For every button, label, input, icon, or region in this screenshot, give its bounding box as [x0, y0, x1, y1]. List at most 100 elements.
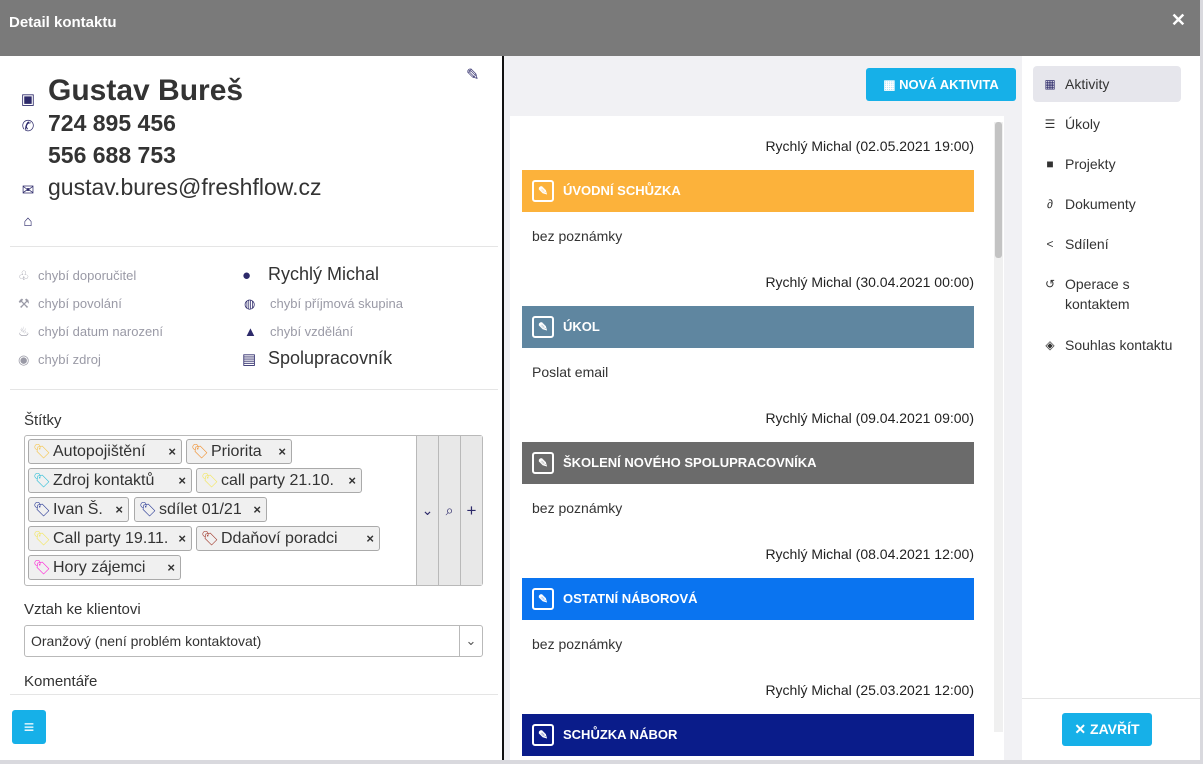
close-icon: ✕ [1074, 721, 1091, 737]
meta-item[interactable]: ▲ chybí vzdělání [244, 324, 353, 339]
meta-text: chybí doporučitel [38, 268, 137, 283]
close-icon[interactable]: ✕ [1171, 10, 1186, 31]
remove-tag-icon[interactable]: × [168, 440, 176, 463]
remove-tag-icon[interactable]: × [278, 440, 286, 463]
activity-panel: ▦ NOVÁ AKTIVITA Rychlý Michal (02.05.202… [504, 56, 1022, 760]
feed-scrollbar[interactable] [994, 122, 1003, 732]
tag-chip[interactable]: 🏷 Zdroj kontaktů × [28, 468, 192, 493]
tag-chip[interactable]: 🏷 call party 21.10. × [196, 468, 362, 493]
activity-author: Rychlý Michal (02.05.2021 19:00) [765, 138, 974, 154]
user-icon: ● [242, 267, 252, 284]
phone-secondary[interactable]: 556 688 753 [48, 142, 176, 169]
pencil-square-icon[interactable]: ✎ [532, 180, 554, 202]
phone-primary[interactable]: 724 895 456 [48, 110, 176, 137]
contact-name: Gustav Bureš [48, 74, 244, 107]
remove-tag-icon[interactable]: × [178, 469, 186, 492]
menu-icon[interactable]: ≡ [12, 710, 46, 744]
nav-item-list[interactable]: ☰ Úkoly [1033, 114, 1181, 134]
close-label: ZAVŘÍT [1090, 721, 1140, 737]
tag-label: Autopojištění [53, 443, 146, 460]
tag-chip[interactable]: 🏷 sdílet 01/21 × [134, 497, 267, 522]
remove-tag-icon[interactable]: × [253, 498, 261, 521]
activity-card-header[interactable]: ✎ SCHŮZKA NÁBOR [522, 714, 974, 756]
meta-item[interactable]: ⚒ chybí povolání [18, 296, 122, 312]
meta-item[interactable]: ◉ chybí zdroj [18, 352, 101, 368]
comments-label: Komentáře [24, 673, 98, 690]
remove-tag-icon[interactable]: × [178, 527, 186, 550]
meta-text: chybí vzdělání [270, 324, 354, 339]
activity-author: Rychlý Michal (25.03.2021 12:00) [765, 682, 974, 698]
paperclip-icon: ∂ [1047, 197, 1053, 211]
pencil-icon[interactable]: ✎ [466, 65, 479, 85]
nav-label: Projekty [1065, 156, 1116, 172]
relation-label: Vztah ke klientovi [24, 601, 141, 618]
tag-icon: 🏷 [33, 559, 51, 575]
email-link[interactable]: gustav.bures@freshflow.cz [48, 174, 321, 201]
tag-label: Call party 19.11. [53, 530, 169, 547]
nav-item-paperclip[interactable]: ∂ Dokumenty [1033, 194, 1181, 214]
remove-tag-icon[interactable]: × [167, 556, 175, 579]
activity-note: bez poznámky [532, 500, 623, 516]
pencil-square-icon[interactable]: ✎ [532, 724, 554, 746]
tag-label: Priorita [211, 443, 262, 460]
share-icon: < [1046, 237, 1054, 251]
side-navigation: ▦ Aktivity ☰ Úkoly ■ Projekty ∂ Dokumenty < Sdíle… [1022, 56, 1200, 760]
tag-chip[interactable]: 🏷 Autopojištění × [28, 439, 182, 464]
plus-icon[interactable]: + [460, 436, 482, 585]
activity-card-header[interactable]: ✎ ÚKOL [522, 306, 974, 348]
tag-label: Ivan Š. [53, 501, 103, 518]
scrollbar-thumb[interactable] [995, 122, 1002, 258]
pencil-square-icon[interactable]: ✎ [532, 452, 554, 474]
close-button[interactable]: ✕ ZAVŘÍT [1062, 713, 1152, 746]
activity-card-header[interactable]: ✎ OSTATNÍ NÁBOROVÁ [522, 578, 974, 620]
tag-icon: 🏷 [191, 443, 209, 459]
hand-plant-icon: ♧ [18, 268, 30, 283]
remove-tag-icon[interactable]: × [115, 498, 123, 521]
meta-item[interactable]: ● Rychlý Michal [242, 264, 379, 285]
meta-item[interactable]: ♧ chybí doporučitel [18, 268, 136, 284]
activity-feed[interactable]: Rychlý Michal (02.05.2021 19:00) ✎ ÚVODNÍ … [510, 116, 1004, 760]
nav-item-calendar[interactable]: ▦ Aktivity [1033, 66, 1181, 102]
calendar-icon: ▦ [883, 77, 900, 92]
chevron-down-icon[interactable]: ⌄ [459, 626, 482, 656]
history-icon: ↺ [1044, 277, 1056, 291]
meta-item[interactable]: ◍ chybí příjmová skupina [244, 296, 403, 312]
phone-icon: ✆ [21, 118, 35, 135]
tags-label: Štítky [24, 412, 62, 429]
remove-tag-icon[interactable]: × [348, 469, 356, 492]
nav-item-history[interactable]: ↺ Operace s kontaktem [1033, 274, 1181, 316]
tag-chip[interactable]: 🏷 Ivan Š. × [28, 497, 129, 522]
remove-tag-icon[interactable]: × [366, 527, 374, 550]
pencil-square-icon[interactable]: ✎ [532, 316, 554, 338]
meta-text: chybí příjmová skupina [270, 296, 403, 311]
nav-item-folder[interactable]: ■ Projekty [1033, 154, 1181, 174]
tag-label: Zdroj kontaktů [53, 472, 155, 489]
tag-chip[interactable]: 🏷 Hory zájemci × [28, 555, 181, 580]
tag-chip[interactable]: 🏷 Ddaňoví poradci × [196, 526, 380, 551]
chevron-down-icon[interactable]: ⌄ [416, 436, 438, 585]
search-icon[interactable]: ⌕ [438, 436, 460, 585]
relation-select[interactable]: Oranžový (není problém kontaktovat) ⌄ [24, 625, 483, 657]
graduation-cap-icon: ▲ [244, 324, 257, 339]
nav-label: Dokumenty [1065, 196, 1136, 212]
cake-icon: ♨ [18, 324, 30, 339]
new-activity-button[interactable]: ▦ NOVÁ AKTIVITA [866, 68, 1016, 101]
nav-item-share[interactable]: < Sdílení [1033, 234, 1181, 254]
activity-card-header[interactable]: ✎ ŠKOLENÍ NOVÉHO SPOLUPRACOVNÍKA [522, 442, 974, 484]
contact-detail-modal: Detail kontaktu ✕ ✎ ▣ Gustav Bureš ✆ 724… [0, 0, 1200, 760]
id-card-icon: ▣ [20, 91, 36, 108]
meta-item[interactable]: ▤ Spolupracovník [242, 348, 392, 369]
activity-card-header[interactable]: ✎ ÚVODNÍ SCHŮZKA [522, 170, 974, 212]
tag-icon: 🏷 [33, 472, 51, 488]
pencil-square-icon[interactable]: ✎ [532, 588, 554, 610]
meta-item[interactable]: ♨ chybí datum narození [18, 324, 163, 340]
section-divider [10, 389, 498, 390]
tag-icon: 🏷 [33, 501, 51, 517]
tags-input[interactable]: 🏷 Autopojištění × 🏷 Priorita × 🏷 Zdroj kontaktů… [24, 435, 483, 586]
nav-label: Aktivity [1065, 76, 1110, 92]
new-activity-label: NOVÁ AKTIVITA [899, 77, 999, 92]
tag-chip[interactable]: 🏷 Call party 19.11. × [28, 526, 192, 551]
activity-author: Rychlý Michal (09.04.2021 09:00) [765, 410, 974, 426]
tag-chip[interactable]: 🏷 Priorita × [186, 439, 292, 464]
nav-item-handshake[interactable]: ◈ Souhlas kontaktu [1033, 335, 1181, 377]
